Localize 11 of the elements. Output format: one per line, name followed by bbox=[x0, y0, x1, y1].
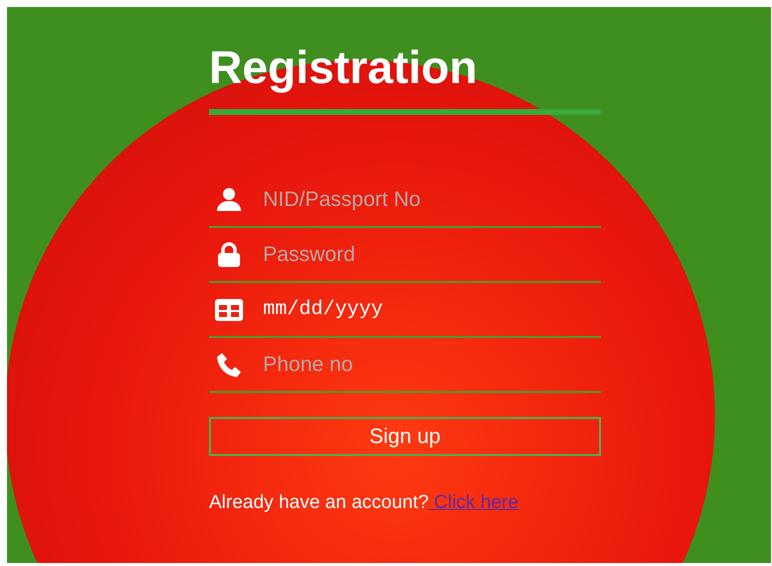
date-field[interactable]: mm/dd/yyyy bbox=[263, 294, 601, 324]
padlock-icon bbox=[216, 242, 242, 268]
calendar-icon bbox=[215, 298, 243, 320]
input-field[interactable]: NID/Passport No bbox=[263, 184, 601, 216]
account-prompt: Already have an account? bbox=[209, 492, 429, 513]
phone-icon bbox=[216, 352, 242, 378]
click-here-link[interactable]: Click here bbox=[428, 492, 518, 513]
input-field[interactable]: Phone no bbox=[263, 348, 601, 380]
user-icon bbox=[216, 186, 242, 212]
sign-up-button[interactable]: Sign up bbox=[209, 417, 601, 456]
input-field[interactable]: Password bbox=[263, 238, 601, 270]
